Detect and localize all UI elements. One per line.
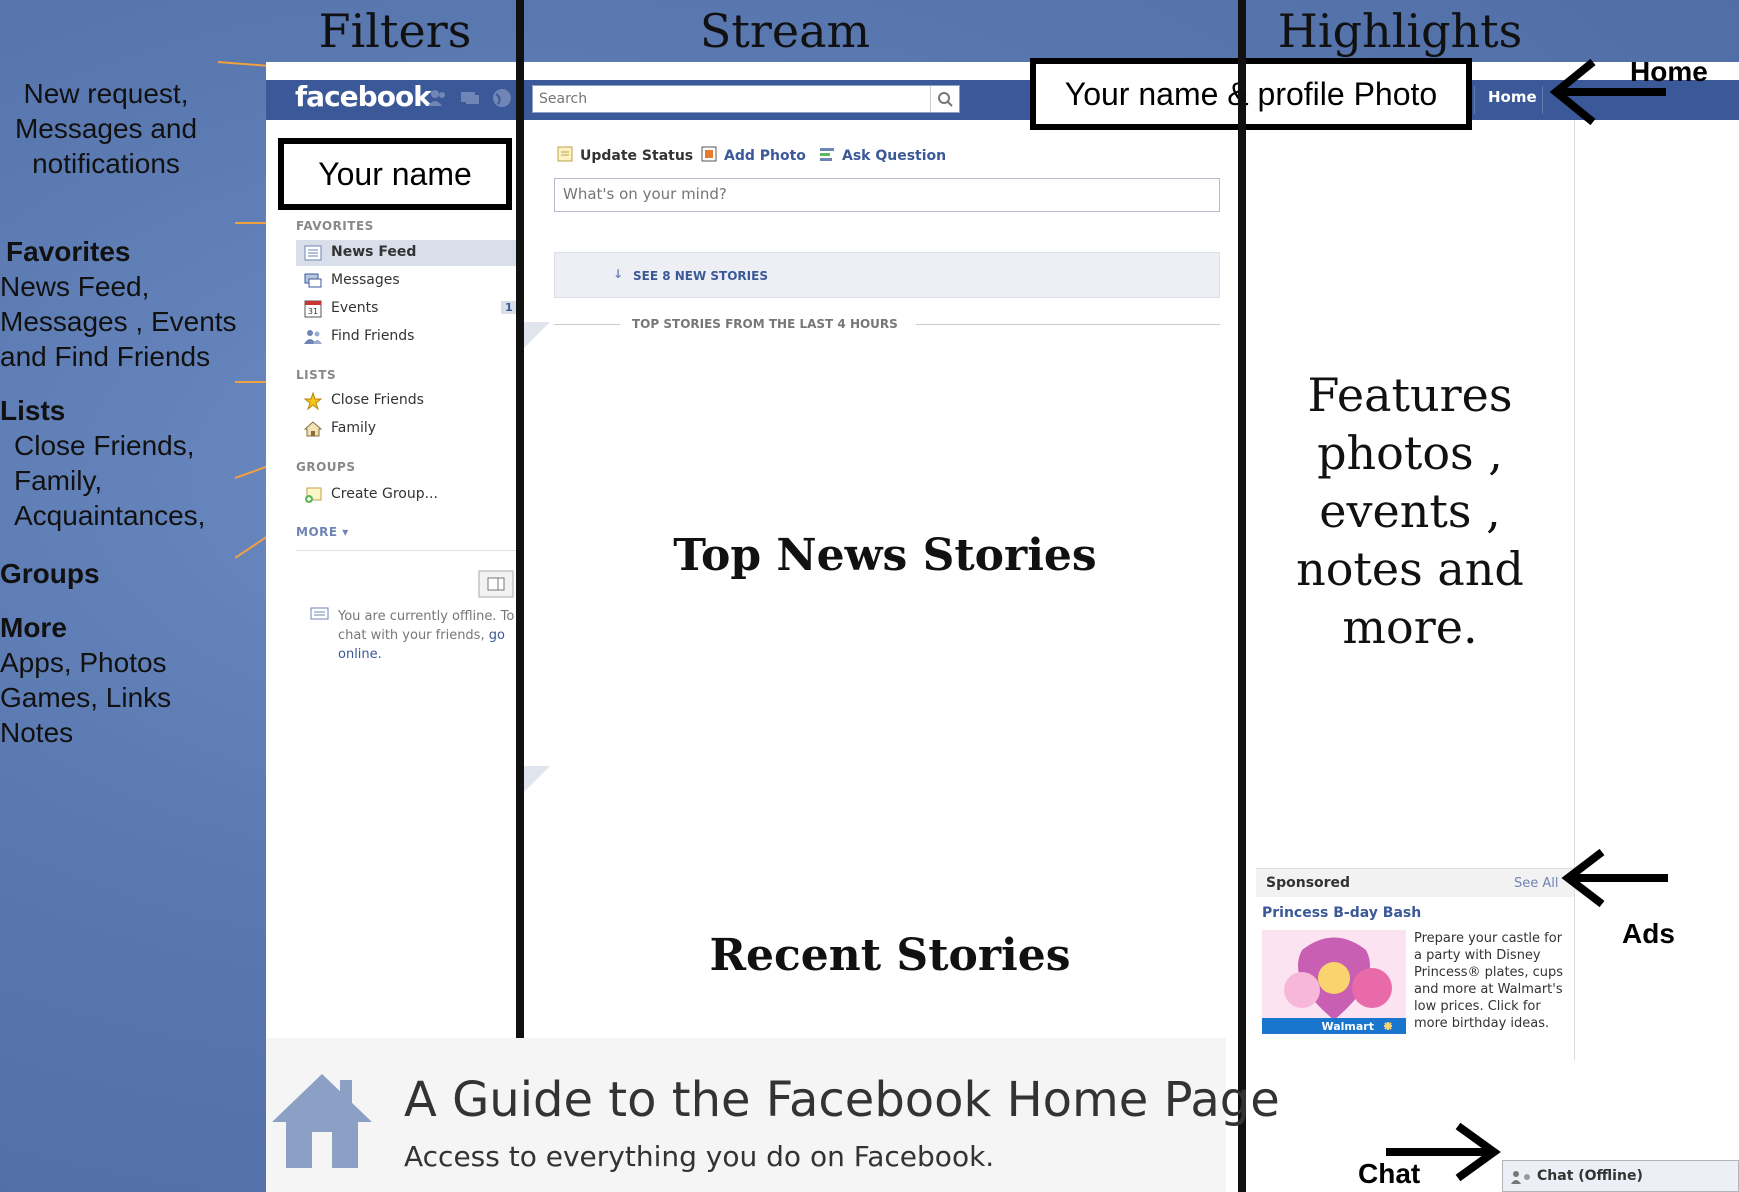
ad-princess-image[interactable]: Walmart [1262, 930, 1406, 1034]
nav-messages-label: Messages [331, 272, 400, 288]
see-all-link[interactable]: See All [1514, 876, 1559, 891]
lists-header: LISTS [296, 368, 337, 382]
walmart-spark-icon [1384, 1022, 1392, 1030]
see-new-stories-button[interactable]: ↓ SEE 8 NEW STORIES [554, 252, 1220, 298]
sponsored-header: Sponsored See All [1256, 868, 1574, 897]
ask-question-link[interactable]: Ask Question [818, 145, 946, 164]
highlights-heading: Highlights [1277, 4, 1523, 58]
top-stories-label: TOP STORIES FROM THE LAST 4 HOURS [632, 317, 898, 331]
favorites-header: FAVORITES [296, 219, 374, 233]
dropdown-arrow-icon: ▾ [337, 525, 349, 539]
nav-create-group-label: Create Group... [331, 486, 438, 502]
ads-arrow [1561, 848, 1668, 908]
search-field[interactable] [532, 85, 960, 113]
ad-text: Prepare your castle for a party with Dis… [1414, 931, 1564, 1031]
divider-line-right [916, 324, 1220, 325]
search-input[interactable] [533, 86, 925, 112]
stream-heading: Stream [699, 4, 871, 58]
nav-find-friends[interactable]: Find Friends [296, 324, 516, 350]
down-arrow-icon: ↓ [613, 267, 624, 281]
nav-events-label: Events [331, 300, 379, 316]
add-photo-link[interactable]: Add Photo [700, 145, 806, 164]
stream-corner-marker-bottom [524, 766, 550, 792]
status-update-box[interactable] [554, 178, 1220, 212]
top-stories-divider: TOP STORIES FROM THE LAST 4 HOURS [554, 317, 1220, 333]
top-news-stories-label: Top News Stories [673, 530, 1097, 581]
add-photo-icon [701, 146, 717, 162]
ask-question-icon [820, 148, 834, 161]
nav-close-friends[interactable]: Close Friends [296, 388, 516, 414]
star-icon [304, 392, 322, 410]
offline-message: You are currently offline. To chat with … [338, 609, 515, 662]
chat-annotation: Chat [1358, 1158, 1421, 1189]
sponsored-label: Sponsored [1266, 875, 1351, 891]
nav-family[interactable]: Family [296, 416, 516, 442]
messages-icon [304, 273, 322, 288]
chat-person-icon [1511, 1171, 1530, 1184]
see-new-stories-label: SEE 8 NEW STORIES [633, 269, 768, 283]
nav-close-friends-label: Close Friends [331, 392, 424, 408]
nav-messages[interactable]: Messages [296, 268, 516, 294]
divider-filters-stream [516, 0, 524, 1192]
facebook-logo[interactable]: facebook [295, 80, 432, 113]
news-feed-icon [304, 245, 322, 261]
update-status-link[interactable]: Update Status [556, 145, 693, 164]
ad-title[interactable]: Princess B-day Bash [1262, 905, 1421, 921]
house-icon [304, 421, 322, 437]
guide-subtitle: Access to everything you do on Facebook. [404, 1140, 995, 1173]
nav-news-feed-label: News Feed [331, 244, 417, 260]
home-house-icon [272, 1074, 372, 1168]
groups-header: GROUPS [296, 460, 356, 474]
highlights-divider-line [1574, 120, 1575, 1060]
note-groups: Groups [0, 558, 100, 589]
note-more: More Apps, Photos Games, Links Notes [0, 612, 172, 748]
stream-corner-marker-top [524, 322, 550, 348]
more-link[interactable]: MORE ▾ [296, 525, 349, 539]
divider-line-left [554, 324, 620, 325]
svg-text:31: 31 [308, 307, 318, 316]
your-name-callout: Your name [278, 138, 512, 210]
update-status-icon [557, 146, 573, 162]
events-icon: 31 [304, 300, 322, 318]
note-new-request: New request, Messages and notifications [14, 78, 198, 179]
notifications-globe-icon[interactable] [492, 88, 512, 108]
your-name-photo-callout: Your name & profile Photo [1030, 58, 1472, 130]
nav-family-label: Family [331, 420, 377, 436]
nav-news-feed[interactable]: News Feed [296, 240, 516, 266]
chat-bar[interactable]: Chat (Offline) [1502, 1160, 1739, 1192]
chat-label: Chat (Offline) [1537, 1168, 1643, 1184]
chat-offline-icon [310, 607, 329, 620]
home-divider [1474, 86, 1475, 114]
events-count-badge: 1 [501, 301, 517, 314]
note-lists: Lists Close Friends, Family, Acquaintanc… [0, 395, 206, 531]
nav-divider [296, 550, 516, 551]
status-input[interactable] [555, 179, 1211, 209]
nav-find-friends-label: Find Friends [331, 328, 415, 344]
find-friends-icon [304, 330, 322, 344]
home-annotation: Home [1630, 56, 1708, 87]
messages-icon[interactable] [460, 88, 480, 108]
create-group-icon [305, 487, 322, 503]
highlights-description: Features photos , events , notes and mor… [1296, 368, 1524, 654]
nav-events[interactable]: 31 Events 1 [296, 296, 517, 322]
search-icon[interactable] [930, 86, 959, 112]
chat-sidebar-toggle-icon[interactable] [478, 570, 514, 598]
friend-requests-icon[interactable] [428, 88, 448, 108]
divider-stream-highlights [1238, 0, 1246, 1192]
guide-title: A Guide to the Facebook Home Page [404, 1072, 1280, 1128]
home-divider-2 [1542, 86, 1543, 114]
home-link[interactable]: Home [1488, 88, 1537, 106]
nav-create-group[interactable]: Create Group... [296, 482, 516, 508]
svg-text:Walmart: Walmart [1321, 1020, 1374, 1033]
ads-annotation: Ads [1622, 918, 1675, 949]
recent-stories-label: Recent Stories [709, 930, 1071, 981]
